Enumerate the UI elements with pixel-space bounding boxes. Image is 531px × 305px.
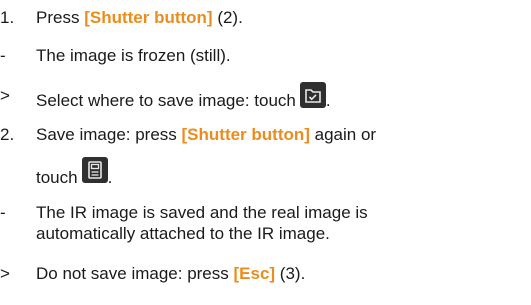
option-marker: > — [0, 264, 10, 283]
option-text-main: Select where to save image: touch — [36, 91, 296, 110]
folder-check-icon — [299, 82, 326, 108]
step-marker: 2. — [0, 125, 15, 144]
option-text: Select where to save image: touch . — [36, 82, 331, 112]
step-text-post: again or — [309, 125, 377, 144]
step-text: Save image: press [Shutter button] again… — [36, 125, 376, 145]
option-marker: > — [0, 86, 10, 105]
result-marker: - — [0, 203, 6, 222]
shutter-button-label: [Shutter button] — [181, 125, 310, 144]
save-icon — [81, 157, 108, 183]
step-text: Press [Shutter button] (2). — [36, 8, 243, 28]
step-text-line2: touch . — [36, 157, 113, 189]
result-text-line2: automatically attached to the IR image. — [36, 224, 330, 243]
result-text: The IR image is saved and the real image… — [36, 203, 368, 222]
touch-label: touch — [36, 168, 78, 187]
step-marker: 1. — [0, 8, 15, 27]
step-text-post: (2). — [212, 8, 243, 27]
option-text: Do not save image: press [Esc] (3). — [36, 264, 305, 284]
instruction-list: 1. Press [Shutter button] (2). - The ima… — [0, 0, 531, 305]
option-text-end: . — [325, 91, 331, 110]
shutter-button-label: [Shutter button] — [84, 8, 213, 27]
option-text-post: (3). — [275, 264, 306, 283]
esc-button-label: [Esc] — [233, 264, 276, 283]
step-text-pre: Save image: press — [36, 125, 182, 144]
step-text-pre: Press — [36, 8, 85, 27]
option-text-pre: Do not save image: press — [36, 264, 234, 283]
step-text-end: . — [107, 168, 113, 187]
result-text: The image is frozen (still). — [36, 46, 231, 65]
result-marker: - — [0, 46, 6, 65]
